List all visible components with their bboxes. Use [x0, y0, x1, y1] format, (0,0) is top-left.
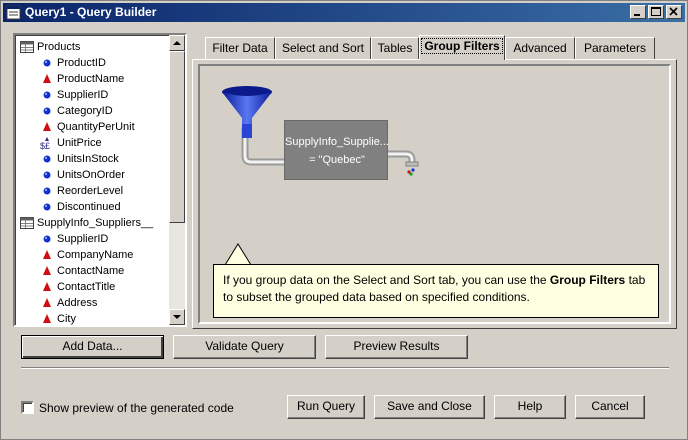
- table-icon: [19, 215, 35, 231]
- tree-item-label: CategoryID: [57, 105, 113, 117]
- filter-condition-label: = "Quebec": [309, 154, 365, 166]
- numeric-field-icon: [39, 87, 55, 103]
- tip-text-start: If you group data on the Select and Sort…: [223, 273, 550, 287]
- arrow-down-icon: [173, 315, 181, 319]
- scroll-down-button[interactable]: [169, 309, 185, 325]
- numeric-field-icon: [39, 199, 55, 215]
- funnel-icon: [222, 86, 272, 138]
- numeric-field-icon: [39, 103, 55, 119]
- tree-item-label: City: [57, 313, 76, 325]
- help-tooltip: If you group data on the Select and Sort…: [213, 264, 659, 318]
- tip-text-line2: to subset the grouped data based on spec…: [223, 290, 530, 304]
- text-field-icon: [39, 263, 55, 279]
- numeric-field-icon: [39, 183, 55, 199]
- tree-item-label: SupplyInfo_Suppliers__: [37, 217, 154, 229]
- maximize-button[interactable]: [648, 5, 664, 19]
- drop-green: [409, 172, 413, 176]
- numeric-field-icon: [39, 231, 55, 247]
- text-field-icon: [39, 311, 55, 325]
- filter-canvas[interactable]: SupplyInfo_Supplie... = "Quebec" If you …: [198, 64, 671, 324]
- arrow-up-icon: [173, 41, 181, 45]
- tree-item-label: Address: [57, 297, 98, 309]
- tab-select-and-sort[interactable]: Select and Sort: [275, 37, 371, 59]
- filter-field-label: SupplyInfo_Supplie...: [285, 136, 389, 148]
- text-field-icon: [39, 119, 55, 135]
- numeric-field-icon: [39, 151, 55, 167]
- save-and-close-button[interactable]: Save and Close: [374, 395, 485, 419]
- add-data-button[interactable]: Add Data...: [21, 335, 164, 359]
- drop-blue: [411, 168, 415, 172]
- numeric-field-icon: [39, 167, 55, 183]
- query-builder-window: Query1 - Query Builder Products ProductID…: [0, 0, 688, 440]
- tree-item-label: ContactName: [57, 265, 125, 277]
- tree-item-label: Products: [37, 41, 81, 53]
- text-field-icon: [39, 295, 55, 311]
- text-field-icon: [39, 247, 55, 263]
- tab-parameters[interactable]: Parameters: [575, 37, 655, 59]
- tab-tables[interactable]: Tables: [371, 37, 419, 59]
- minimize-button[interactable]: [630, 5, 646, 19]
- tree-item-label: QuantityPerUnit: [57, 121, 135, 133]
- tip-text-bold: Group Filters: [549, 273, 626, 287]
- scroll-up-button[interactable]: [169, 35, 185, 51]
- text-field-icon: [39, 71, 55, 87]
- tree-item-label: SupplierID: [57, 233, 109, 245]
- tree-item-label: UnitsInStock: [57, 153, 119, 165]
- tree-item-label: ProductName: [57, 73, 125, 85]
- tree-item-label: UnitPrice: [57, 137, 102, 149]
- app-icon: [6, 5, 21, 20]
- tooltip-pointer: [224, 243, 252, 265]
- separator: [21, 367, 669, 369]
- table-icon: [19, 39, 35, 55]
- tab-advanced[interactable]: Advanced: [505, 37, 575, 59]
- cancel-button[interactable]: Cancel: [575, 395, 645, 419]
- tree-item-label: SupplierID: [57, 89, 109, 101]
- tree-scrollbar[interactable]: [169, 35, 185, 325]
- tab-filter-data[interactable]: Filter Data: [205, 37, 275, 59]
- tree-item-label: ReorderLevel: [57, 185, 124, 197]
- scroll-thumb[interactable]: [169, 51, 185, 223]
- tree-item-label: ContactTitle: [57, 281, 116, 293]
- svg-text:$£: $£: [40, 141, 50, 151]
- group-filter-node[interactable]: SupplyInfo_Supplie... = "Quebec": [284, 120, 389, 180]
- tree-item-label: Discontinued: [57, 201, 121, 213]
- tree-item-label: ProductID: [57, 57, 106, 69]
- show-preview-checkbox[interactable]: [21, 401, 34, 414]
- maximize-icon: [651, 7, 661, 16]
- pipe-nozzle: [405, 161, 419, 167]
- close-button[interactable]: [666, 5, 682, 19]
- show-preview-label: Show preview of the generated code: [39, 401, 234, 415]
- help-button[interactable]: Help: [494, 395, 566, 419]
- text-field-icon: [39, 279, 55, 295]
- close-icon: [669, 7, 678, 16]
- tip-text-end: tab: [625, 273, 646, 287]
- currency-field-icon: $£: [39, 135, 55, 151]
- group-filters-panel: SupplyInfo_Supplie... = "Quebec" If you …: [192, 59, 677, 329]
- data-source-tree[interactable]: Products ProductID ProductName SupplierID Ca…: [13, 33, 187, 327]
- title-bar[interactable]: Query1 - Query Builder: [3, 3, 685, 22]
- run-query-button[interactable]: Run Query: [287, 395, 365, 419]
- minimize-icon: [634, 14, 640, 16]
- window-title: Query1 - Query Builder: [25, 5, 157, 19]
- tree-items: Products ProductID ProductName SupplierID Ca…: [15, 35, 171, 325]
- validate-query-button[interactable]: Validate Query: [173, 335, 316, 359]
- tree-item-label: UnitsOnOrder: [57, 169, 125, 181]
- numeric-field-icon: [39, 55, 55, 71]
- tab-group-filters[interactable]: Group Filters: [419, 35, 505, 60]
- preview-results-button[interactable]: Preview Results: [325, 335, 468, 359]
- tree-item-label: CompanyName: [57, 249, 134, 261]
